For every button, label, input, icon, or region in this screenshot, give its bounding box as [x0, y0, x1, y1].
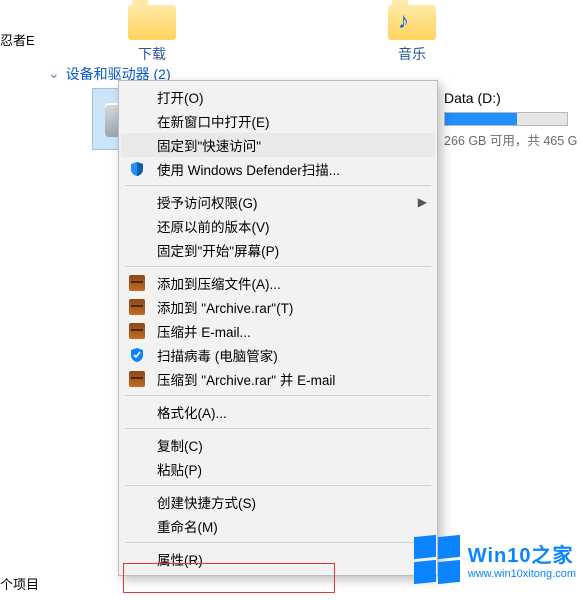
folder-music[interactable]: ♪ 音乐 — [388, 0, 436, 64]
shield-icon — [127, 159, 147, 179]
folder-downloads[interactable]: 下载 — [128, 0, 176, 64]
folder-icon — [128, 0, 176, 40]
drive-d-stats: 266 GB 可用，共 465 G — [444, 130, 577, 149]
menu-paste[interactable]: 粘贴(P) — [121, 457, 435, 481]
menu-separator — [125, 395, 431, 396]
menu-separator — [125, 185, 431, 186]
menu-compress-rar-email[interactable]: 压缩到 "Archive.rar" 并 E-mail — [121, 367, 435, 391]
sidebar-truncated-label: 忍者E — [0, 30, 35, 49]
drive-d-usage-fill — [445, 113, 517, 125]
menu-add-to-archive-rar[interactable]: 添加到 "Archive.rar"(T) — [121, 295, 435, 319]
archive-icon — [127, 369, 147, 389]
status-items-label: 个项目 — [0, 574, 39, 593]
chevron-down-icon: ⌄ — [48, 65, 60, 82]
menu-open-new-window[interactable]: 在新窗口中打开(E) — [121, 109, 435, 133]
context-menu: 打开(O) 在新窗口中打开(E) 固定到"快速访问" 使用 Windows De… — [118, 80, 438, 576]
folder-label: 下载 — [128, 44, 176, 64]
watermark-url: www.win10xitong.com — [468, 568, 576, 580]
folder-icon: ♪ — [388, 0, 436, 40]
menu-add-to-archive[interactable]: 添加到压缩文件(A)... — [121, 271, 435, 295]
menu-defender-scan[interactable]: 使用 Windows Defender扫描... — [121, 157, 435, 181]
watermark: Win10之家 www.win10xitong.com — [414, 536, 576, 582]
menu-format[interactable]: 格式化(A)... — [121, 400, 435, 424]
windows-logo-icon — [414, 536, 460, 582]
menu-restore-previous[interactable]: 还原以前的版本(V) — [121, 214, 435, 238]
menu-properties[interactable]: 属性(R) — [121, 547, 435, 571]
archive-icon — [127, 321, 147, 341]
submenu-arrow-icon: ▶ — [418, 195, 427, 209]
menu-rename[interactable]: 重命名(M) — [121, 514, 435, 538]
menu-scan-virus[interactable]: 扫描病毒 (电脑管家) — [121, 343, 435, 367]
menu-compress-email[interactable]: 压缩并 E-mail... — [121, 319, 435, 343]
menu-pin-start[interactable]: 固定到"开始"屏幕(P) — [121, 238, 435, 262]
music-note-icon: ♪ — [398, 8, 409, 34]
archive-icon — [127, 297, 147, 317]
menu-separator — [125, 266, 431, 267]
menu-open[interactable]: 打开(O) — [121, 85, 435, 109]
menu-pin-quick-access[interactable]: 固定到"快速访问" — [121, 133, 435, 157]
folder-label: 音乐 — [388, 44, 436, 64]
menu-separator — [125, 428, 431, 429]
drive-d-label[interactable]: Data (D:) — [444, 90, 501, 106]
menu-create-shortcut[interactable]: 创建快捷方式(S) — [121, 490, 435, 514]
archive-icon — [127, 273, 147, 293]
watermark-title: Win10之家 — [468, 539, 576, 568]
menu-separator — [125, 542, 431, 543]
menu-separator — [125, 485, 431, 486]
menu-copy[interactable]: 复制(C) — [121, 433, 435, 457]
antivirus-icon — [127, 345, 147, 365]
menu-grant-access[interactable]: 授予访问权限(G)▶ — [121, 190, 435, 214]
